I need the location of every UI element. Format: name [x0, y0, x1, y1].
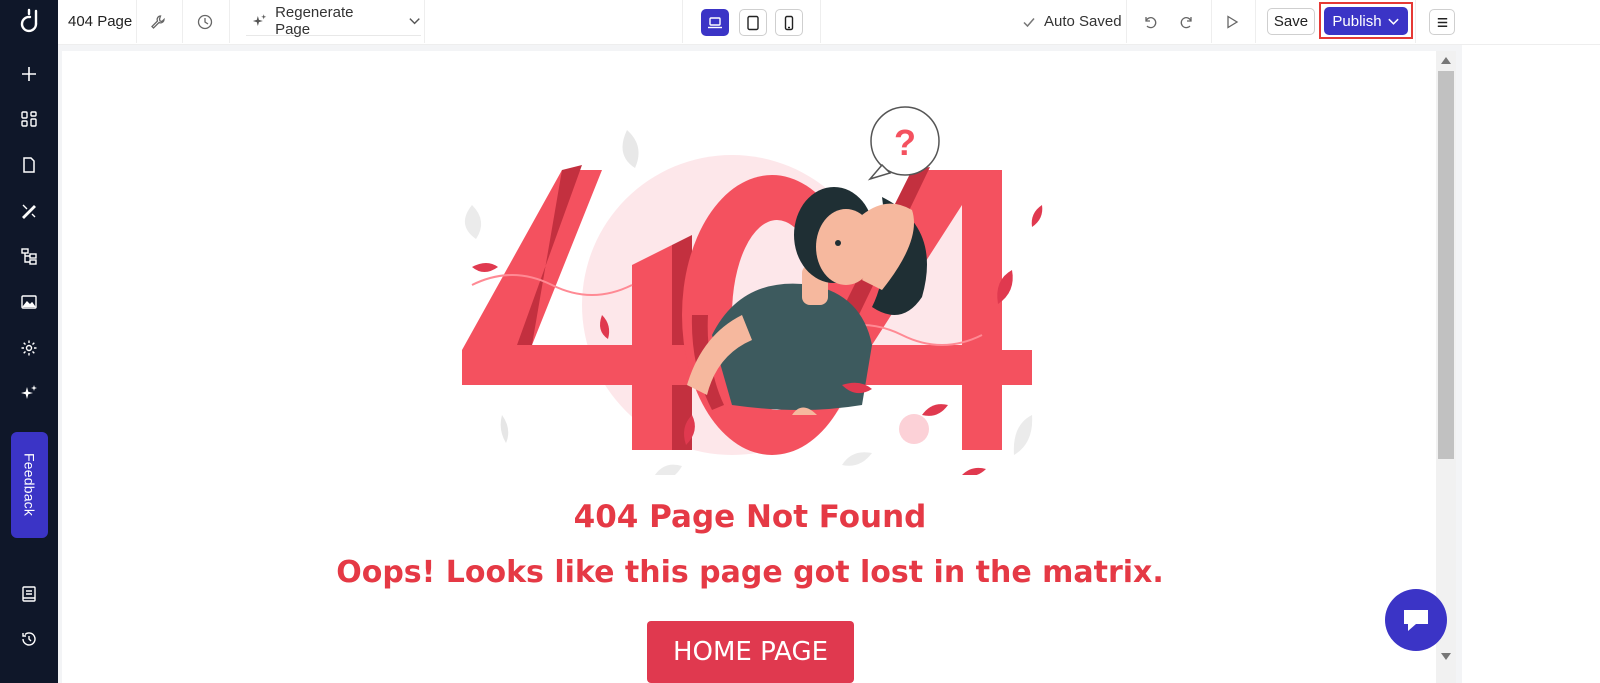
- tablet-view-button[interactable]: [739, 9, 767, 36]
- page-icon[interactable]: [17, 153, 41, 177]
- scroll-down-arrow[interactable]: [1441, 653, 1451, 660]
- sitemap-icon[interactable]: [17, 244, 41, 268]
- hamburger-icon: [1437, 17, 1447, 27]
- history-icon[interactable]: [17, 627, 41, 651]
- chat-icon: [1404, 610, 1428, 631]
- home-page-button[interactable]: HOME PAGE: [647, 621, 854, 683]
- page-preview: ? 404 Page Not Found Oops! Looks like th…: [62, 51, 1438, 683]
- plus-icon[interactable]: [17, 62, 41, 86]
- svg-text:?: ?: [894, 122, 916, 163]
- design-tools-icon[interactable]: [17, 199, 41, 223]
- page-name[interactable]: 404 Page: [68, 13, 132, 30]
- regenerate-label: Regenerate Page: [275, 3, 354, 38]
- left-sidebar: Feedback: [0, 0, 58, 683]
- publish-highlight-box: [1319, 2, 1413, 39]
- save-button[interactable]: Save: [1267, 8, 1315, 35]
- canvas-scrollbar[interactable]: [1436, 51, 1456, 683]
- desktop-view-button[interactable]: [701, 9, 729, 36]
- redo-icon[interactable]: [1176, 11, 1198, 33]
- ai-sparkle-icon[interactable]: [17, 381, 41, 405]
- wrench-icon[interactable]: [147, 11, 169, 33]
- regenerate-page-dropdown[interactable]: Regenerate Page: [246, 3, 421, 38]
- divider: [136, 0, 137, 43]
- preview-play-icon[interactable]: [1221, 11, 1243, 33]
- image-icon[interactable]: [17, 290, 41, 314]
- mobile-view-button[interactable]: [775, 9, 803, 36]
- divider: [1211, 0, 1212, 43]
- divider: [682, 0, 683, 43]
- feedback-tab[interactable]: Feedback: [11, 432, 48, 538]
- top-toolbar: 404 Page Regenerate Page Auto Saved Save: [58, 0, 1600, 45]
- divider: [820, 0, 821, 43]
- page-subtitle: Oops! Looks like this page got lost in t…: [336, 555, 1164, 590]
- chat-support-button[interactable]: [1385, 589, 1447, 651]
- 404-illustration: ?: [462, 106, 1043, 475]
- scroll-thumb[interactable]: [1438, 71, 1454, 459]
- clock-icon[interactable]: [194, 11, 216, 33]
- scroll-up-arrow[interactable]: [1441, 57, 1451, 64]
- check-icon: [1023, 17, 1035, 27]
- divider: [1415, 0, 1416, 43]
- editor-canvas: ? 404 Page Not Found Oops! Looks like th…: [58, 45, 1462, 683]
- laptop-icon: [708, 16, 722, 28]
- feedback-label: Feedback: [21, 453, 38, 517]
- book-icon[interactable]: [17, 582, 41, 606]
- divider: [182, 0, 183, 43]
- gear-icon[interactable]: [17, 336, 41, 360]
- tablet-icon: [747, 15, 759, 30]
- chevron-down-icon: [409, 17, 420, 24]
- phone-icon: [784, 15, 794, 30]
- divider: [424, 0, 425, 43]
- app-logo[interactable]: [17, 8, 41, 36]
- undo-icon[interactable]: [1139, 11, 1161, 33]
- sparkle-icon: [252, 13, 267, 26]
- autosave-status: Auto Saved: [1022, 13, 1122, 30]
- menu-button[interactable]: [1429, 9, 1455, 35]
- divider: [1126, 0, 1127, 43]
- page-title: 404 Page Not Found: [573, 499, 927, 535]
- grid-icon[interactable]: [17, 107, 41, 131]
- divider: [229, 0, 230, 43]
- divider: [1255, 0, 1256, 43]
- autosave-label: Auto Saved: [1044, 13, 1122, 30]
